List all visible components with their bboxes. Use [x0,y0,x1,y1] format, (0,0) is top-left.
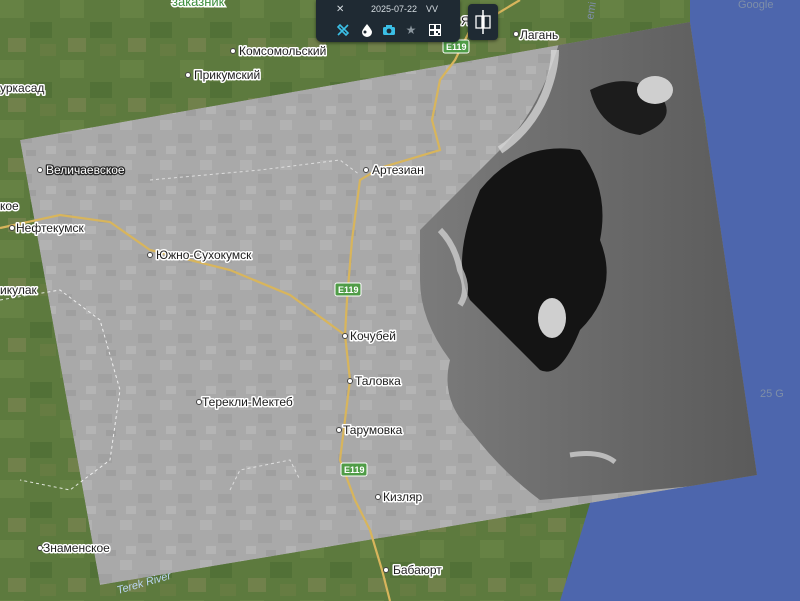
label-tarumovka: Тарумовка [343,423,403,437]
label-komsomolsky: Комсомольский [239,44,326,58]
label-znamenskoe: Знаменское [43,541,110,555]
label-kochubey: Кочубей [350,329,396,343]
polarization-label[interactable]: VV [426,4,438,14]
satellite-icon[interactable] [334,21,352,39]
label-babayurt: Бабаюрт [393,563,442,577]
toolbar-actions-row: ★ [316,21,460,39]
label-artezian: Артезиан [372,163,424,177]
image-toolbar: ✕ 2025-07-22 VV ★ [316,0,460,42]
qr-icon[interactable] [426,21,444,39]
camera-icon[interactable] [380,21,398,39]
label-partial-right: 25 G [760,388,784,400]
svg-text:E119: E119 [446,42,467,52]
label-google: Google [738,0,773,11]
split-compare-icon [475,10,491,34]
label-lagan: Лагань [520,28,558,42]
label-koe: кое [0,199,19,213]
tools-icon[interactable]: ✕ [336,4,344,15]
label-velichaevskoe: Величаевское [46,163,125,177]
svg-text:E119: E119 [338,285,359,295]
label-talovka: Таловка [355,374,401,388]
map-view[interactable]: заказник Комсомольский Прикумский уркаса… [0,0,800,601]
label-yuzhno-sukhokumsk: Южно-Сухокумск [156,248,252,262]
road-shield-3: E119 [340,462,368,477]
label-prikumsky: Прикумский [194,68,260,82]
label-neftekumsk: Нефтекумск [16,221,84,235]
droplet-icon[interactable] [358,21,376,39]
split-compare-button[interactable] [468,4,498,40]
toolbar-info-row: ✕ 2025-07-22 VV [316,4,460,16]
road-shield-2: E119 [334,282,362,297]
label-urkasad: уркасад [0,81,44,95]
star-icon[interactable]: ★ [402,21,420,39]
label-kulak: икулак [0,283,38,297]
svg-text:E119: E119 [344,465,365,475]
label-kizlyar: Кизляр [383,490,423,504]
label-zakaznik: заказник [172,0,225,9]
acquisition-date: 2025-07-22 [371,4,418,14]
label-terekli-mekteb: Терекли-Мектеб [202,395,293,409]
